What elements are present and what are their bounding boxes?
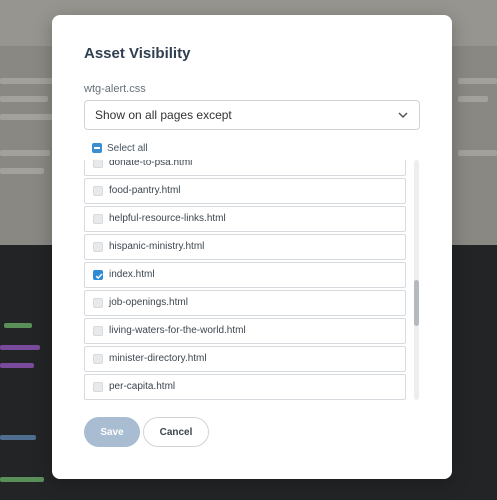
list-item[interactable]: index.html	[84, 262, 406, 288]
page-name-label: donate-to-psa.html	[109, 160, 193, 168]
list-item[interactable]: job-openings.html	[84, 290, 406, 316]
background-text-line	[0, 78, 60, 84]
save-button[interactable]: Save	[84, 417, 140, 447]
page-name-label: hispanic-ministry.html	[109, 241, 205, 252]
visibility-select[interactable]: Show on all pages except	[84, 100, 420, 130]
list-item[interactable]: living-waters-for-the-world.html	[84, 318, 406, 344]
code-line	[0, 363, 34, 368]
background-text-line	[0, 150, 50, 156]
code-line	[0, 345, 40, 350]
page-name-label: living-waters-for-the-world.html	[109, 325, 246, 336]
checkbox[interactable]	[93, 298, 103, 308]
indeterminate-checkbox-icon	[92, 143, 102, 153]
checkbox[interactable]	[93, 214, 103, 224]
asset-visibility-modal: Asset Visibility wtg-alert.css Show on a…	[52, 15, 452, 479]
page-name-label: minister-directory.html	[109, 353, 207, 364]
page-name-label: food-pantry.html	[109, 185, 181, 196]
visibility-select-value: Show on all pages except	[95, 108, 232, 122]
check-icon	[95, 273, 103, 280]
list-scrollbar-thumb[interactable]	[414, 280, 419, 326]
select-all-label: Select all	[107, 142, 148, 154]
file-name-label: wtg-alert.css	[84, 83, 146, 95]
background-text-line	[0, 114, 55, 120]
page-name-label: index.html	[109, 269, 155, 280]
page-list[interactable]: donate-to-psa.html food-pantry.html helpfu…	[84, 160, 412, 400]
list-item[interactable]: minister-directory.html	[84, 346, 406, 372]
list-item[interactable]: per-capita.html	[84, 374, 406, 400]
background-text-line	[0, 168, 44, 174]
checkbox[interactable]	[93, 326, 103, 336]
checkbox[interactable]	[93, 242, 103, 252]
select-all-checkbox[interactable]: Select all	[92, 141, 148, 155]
checkbox[interactable]	[93, 382, 103, 392]
checkbox[interactable]	[93, 354, 103, 364]
list-item[interactable]: helpful-resource-links.html	[84, 206, 406, 232]
checkbox[interactable]	[93, 160, 103, 168]
modal-title: Asset Visibility	[84, 45, 191, 62]
background-text-line	[0, 96, 48, 102]
chevron-down-icon	[398, 112, 408, 119]
checkbox[interactable]	[93, 186, 103, 196]
page-name-label: helpful-resource-links.html	[109, 213, 226, 224]
list-scrollbar[interactable]	[414, 160, 419, 400]
list-item[interactable]: food-pantry.html	[84, 178, 406, 204]
background-text-line	[458, 78, 497, 84]
page-name-label: per-capita.html	[109, 381, 176, 392]
background-text-line	[458, 96, 488, 102]
code-line	[0, 477, 44, 482]
list-item[interactable]: hispanic-ministry.html	[84, 234, 406, 260]
background-text-line	[458, 150, 497, 156]
code-line	[0, 435, 36, 440]
list-item[interactable]: donate-to-psa.html	[84, 160, 406, 176]
checked-checkbox[interactable]	[93, 270, 103, 280]
page-name-label: job-openings.html	[109, 297, 188, 308]
cancel-button[interactable]: Cancel	[143, 417, 209, 447]
code-line	[4, 323, 32, 328]
